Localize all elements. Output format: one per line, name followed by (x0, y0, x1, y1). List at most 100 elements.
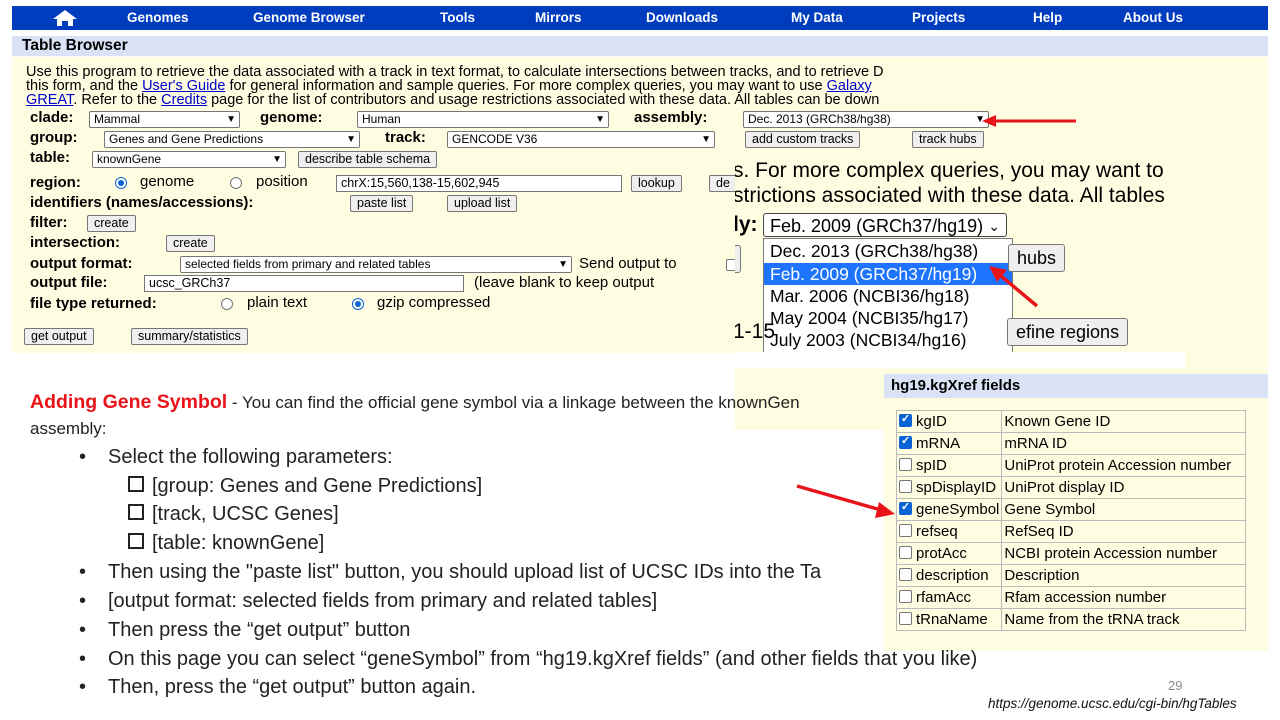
file-type-plain-radio[interactable] (221, 298, 233, 310)
region-position-radio[interactable] (230, 177, 242, 189)
nav-tools[interactable]: Tools (440, 10, 475, 25)
field-name: mRNA (916, 435, 961, 452)
output-file-input[interactable]: ucsc_GRCh37 (144, 275, 464, 292)
nav-projects[interactable]: Projects (912, 10, 965, 25)
sub-list-item-text: [table: knownGene] (152, 532, 325, 554)
field-checkbox[interactable] (899, 434, 912, 449)
output-file-hint: (leave blank to keep output (474, 274, 655, 291)
list-item-text: On this page you can select “geneSymbol”… (108, 648, 978, 670)
field-checkbox[interactable] (899, 524, 912, 537)
assembly-option-highlighted[interactable]: Feb. 2009 (GRCh37/hg19) (764, 263, 1012, 285)
field-name-cell: refseq (895, 520, 1003, 543)
identifiers-label: identifiers (names/accessions): (30, 194, 254, 211)
output-format-label: output format: (30, 255, 133, 272)
section-heading-label: Adding Gene Symbol (30, 391, 228, 413)
paste-list-button[interactable]: paste list (350, 195, 414, 212)
field-checkbox[interactable] (899, 500, 912, 515)
file-type-gzip-radio[interactable] (352, 298, 364, 310)
describe-schema-button[interactable]: describe table schema (298, 151, 438, 168)
checkbox-icon (128, 533, 144, 549)
assembly-value: Dec. 2013 (GRCh38/hg38) (748, 112, 891, 126)
file-type-gzip-label: gzip compressed (377, 294, 491, 311)
assembly-select[interactable]: Dec. 2013 (GRCh38/hg38) ▼ (743, 111, 989, 128)
great-link[interactable]: GREAT (26, 92, 73, 108)
field-name: description (916, 567, 989, 584)
nav-genomes[interactable]: Genomes (127, 10, 189, 25)
field-name: rfamAcc (916, 589, 972, 606)
clade-value: Mammal (94, 112, 141, 126)
annotation-arrow (989, 266, 1039, 308)
field-checkbox[interactable] (899, 590, 912, 603)
intersection-create-button[interactable]: create (166, 235, 215, 252)
list-item: • On this page you can select “geneSymbol… (79, 648, 978, 671)
filter-create-button[interactable]: create (87, 215, 136, 232)
sub-list-item: [table: knownGene] (128, 532, 324, 555)
sub-list-item: [group: Genes and Gene Predictions] (128, 475, 482, 498)
nav-downloads[interactable]: Downloads (646, 10, 718, 25)
field-checkbox[interactable] (899, 458, 912, 471)
field-name-cell: spID (895, 454, 1003, 477)
annotation-arrow (982, 115, 1076, 127)
assembly-option[interactable]: Dec. 2013 (GRCh38/hg38) (764, 240, 1012, 262)
lookup-button[interactable]: lookup (631, 175, 682, 192)
annotation-arrow (796, 484, 895, 518)
assembly-option[interactable]: July 2003 (NCBI34/hg16) (764, 329, 1012, 351)
filter-label: filter: (30, 214, 68, 231)
field-checkbox[interactable] (899, 612, 912, 625)
field-row: protAcc NCBI protein Accession number (895, 542, 1247, 565)
fields-title: hg19.kgXref fields (891, 377, 1021, 394)
region-genome-radio[interactable] (115, 177, 127, 189)
source-url: https://genome.ucsc.edu/cgi-bin/hgTables (988, 696, 1237, 711)
clade-label: clade: (30, 109, 74, 126)
field-checkbox[interactable] (899, 480, 912, 493)
field-description: Description (1001, 564, 1247, 587)
track-hubs-button[interactable]: track hubs (912, 131, 984, 148)
track-select[interactable]: GENCODE V36 ▼ (447, 131, 715, 148)
summary-statistics-button[interactable]: summary/statistics (131, 328, 248, 345)
page-title: Table Browser (22, 37, 128, 54)
zoom-assembly-label: ly: (735, 213, 758, 236)
nav-my-data[interactable]: My Data (791, 10, 843, 25)
zoom-define-regions-button[interactable]: efine regions (1007, 318, 1129, 346)
field-name: spDisplayID (916, 479, 997, 496)
field-row: description Description (895, 564, 1247, 587)
get-output-button[interactable]: get output (24, 328, 94, 345)
zoom-assembly-select[interactable]: Feb. 2009 (GRCh37/hg19) ⌄ (763, 213, 1007, 237)
group-select[interactable]: Genes and Gene Predictions ▼ (104, 131, 360, 148)
field-checkbox[interactable] (899, 568, 912, 581)
zoom-gap (735, 352, 1185, 368)
home-icon[interactable] (52, 9, 78, 32)
field-description: NCBI protein Accession number (1001, 542, 1247, 565)
field-checkbox[interactable] (899, 546, 912, 559)
nav-genome-browser[interactable]: Genome Browser (253, 10, 365, 25)
assembly-option[interactable]: May 2004 (NCBI35/hg17) (764, 307, 1012, 329)
bullet-icon: • (79, 446, 87, 468)
section-heading: Adding Gene Symbol - You can find the of… (30, 391, 800, 414)
table-select[interactable]: knownGene ▼ (92, 151, 286, 168)
assembly-option[interactable]: Mar. 2006 (NCBI36/hg18) (764, 285, 1012, 307)
field-name-cell: description (895, 564, 1003, 587)
output-format-select[interactable]: selected fields from primary and related… (180, 256, 572, 273)
add-custom-tracks-button[interactable]: add custom tracks (745, 131, 861, 148)
field-description: mRNA ID (1001, 432, 1247, 455)
field-checkbox[interactable] (899, 412, 912, 427)
field-name: kgID (916, 413, 947, 430)
upload-list-button[interactable]: upload list (447, 195, 518, 212)
position-input[interactable]: chrX:15,560,138-15,602,945 (336, 175, 622, 192)
chevron-down-icon: ▼ (595, 114, 605, 125)
nav-help[interactable]: Help (1033, 10, 1062, 25)
output-format-value: selected fields from primary and related… (185, 257, 431, 271)
credits-link[interactable]: Credits (161, 92, 207, 108)
nav-mirrors[interactable]: Mirrors (535, 10, 582, 25)
genome-select[interactable]: Human ▼ (357, 111, 609, 128)
clade-select[interactable]: Mammal ▼ (89, 111, 240, 128)
zoom-partial-select[interactable] (735, 245, 741, 273)
send-output-label: Send output to (579, 255, 677, 272)
field-name-cell: protAcc (895, 542, 1003, 565)
field-name-cell: geneSymbol (895, 498, 1003, 521)
assembly-label: assembly: (634, 109, 708, 126)
chevron-down-icon: ⌄ (988, 218, 1000, 234)
nav-about-us[interactable]: About Us (1123, 10, 1183, 25)
field-description: Rfam accession number (1001, 586, 1247, 609)
intersection-label: intersection: (30, 234, 121, 251)
